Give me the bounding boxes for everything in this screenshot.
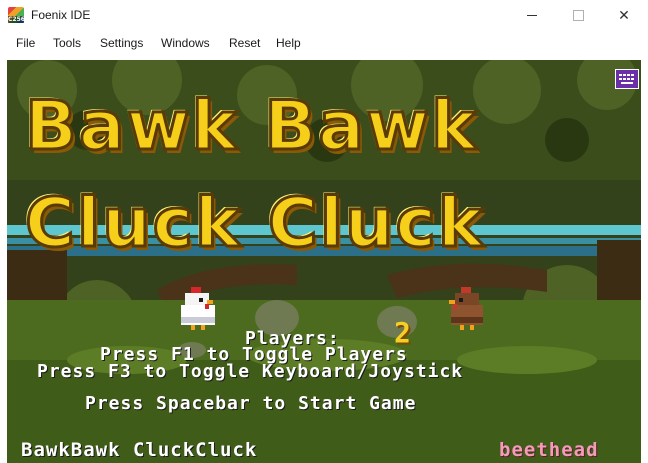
maximize-button[interactable] [555, 0, 601, 31]
menu-reset[interactable]: Reset [229, 36, 260, 50]
menu-tools[interactable]: Tools [53, 36, 81, 50]
menu-bar: File Tools Settings Windows Reset Help [0, 31, 648, 55]
keyboard-glyph [619, 74, 634, 84]
start-game-prompt: Press Spacebar to Start Game [85, 393, 417, 414]
window-title: Foenix IDE [31, 8, 91, 22]
close-icon: ✕ [618, 7, 630, 24]
game-title-line1: Bawk Bawk [23, 87, 479, 166]
white-chicken-sprite [181, 287, 215, 330]
keyboard-icon[interactable] [615, 69, 639, 89]
close-button[interactable]: ✕ [601, 0, 647, 31]
toggle-input-hint: Press F3 to Toggle Keyboard/Joystick [37, 361, 464, 382]
menu-file[interactable]: File [16, 36, 35, 50]
game-name-footer: BawkBawk CluckCluck [21, 439, 258, 461]
menu-help[interactable]: Help [276, 36, 301, 50]
app-icon: C256 [8, 7, 25, 23]
game-screen[interactable]: Bawk Bawk Cluck Cluck Players: 2 Press F… [7, 60, 641, 463]
brown-chicken-sprite [449, 287, 483, 330]
minimize-icon [527, 15, 537, 16]
menu-settings[interactable]: Settings [100, 36, 143, 50]
maximize-icon [572, 10, 584, 21]
title-bar: C256 Foenix IDE ✕ [0, 0, 648, 31]
minimize-button[interactable] [509, 0, 555, 31]
menu-windows[interactable]: Windows [161, 36, 210, 50]
author-credit: beethead [499, 439, 599, 461]
game-title-line2: Cluck Cluck [24, 184, 485, 263]
